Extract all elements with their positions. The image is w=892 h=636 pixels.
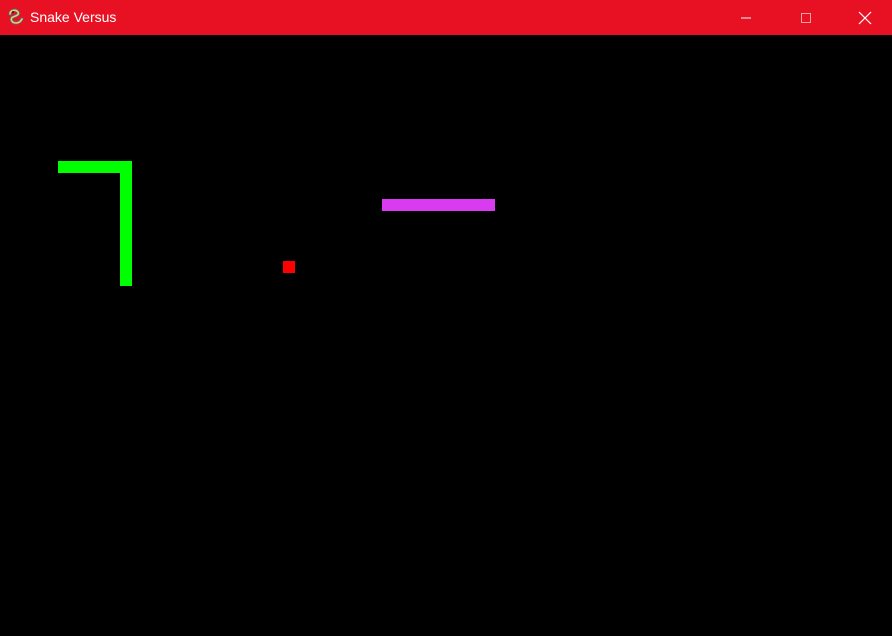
game-playfield[interactable] (0, 35, 892, 636)
title-bar[interactable]: Snake Versus (0, 0, 892, 35)
minimize-button[interactable] (723, 0, 769, 35)
purple-snake (382, 199, 495, 211)
maximize-icon (801, 12, 811, 23)
minimize-icon (741, 17, 751, 18)
food-pellet (283, 261, 295, 273)
maximize-button[interactable] (783, 0, 829, 35)
window-title: Snake Versus (30, 9, 117, 25)
close-button[interactable] (842, 0, 888, 35)
pygame-snake-icon (8, 8, 24, 25)
game-window: Snake Versus (0, 0, 892, 636)
green-snake-vertical-segment (120, 161, 132, 286)
close-icon (858, 11, 872, 24)
